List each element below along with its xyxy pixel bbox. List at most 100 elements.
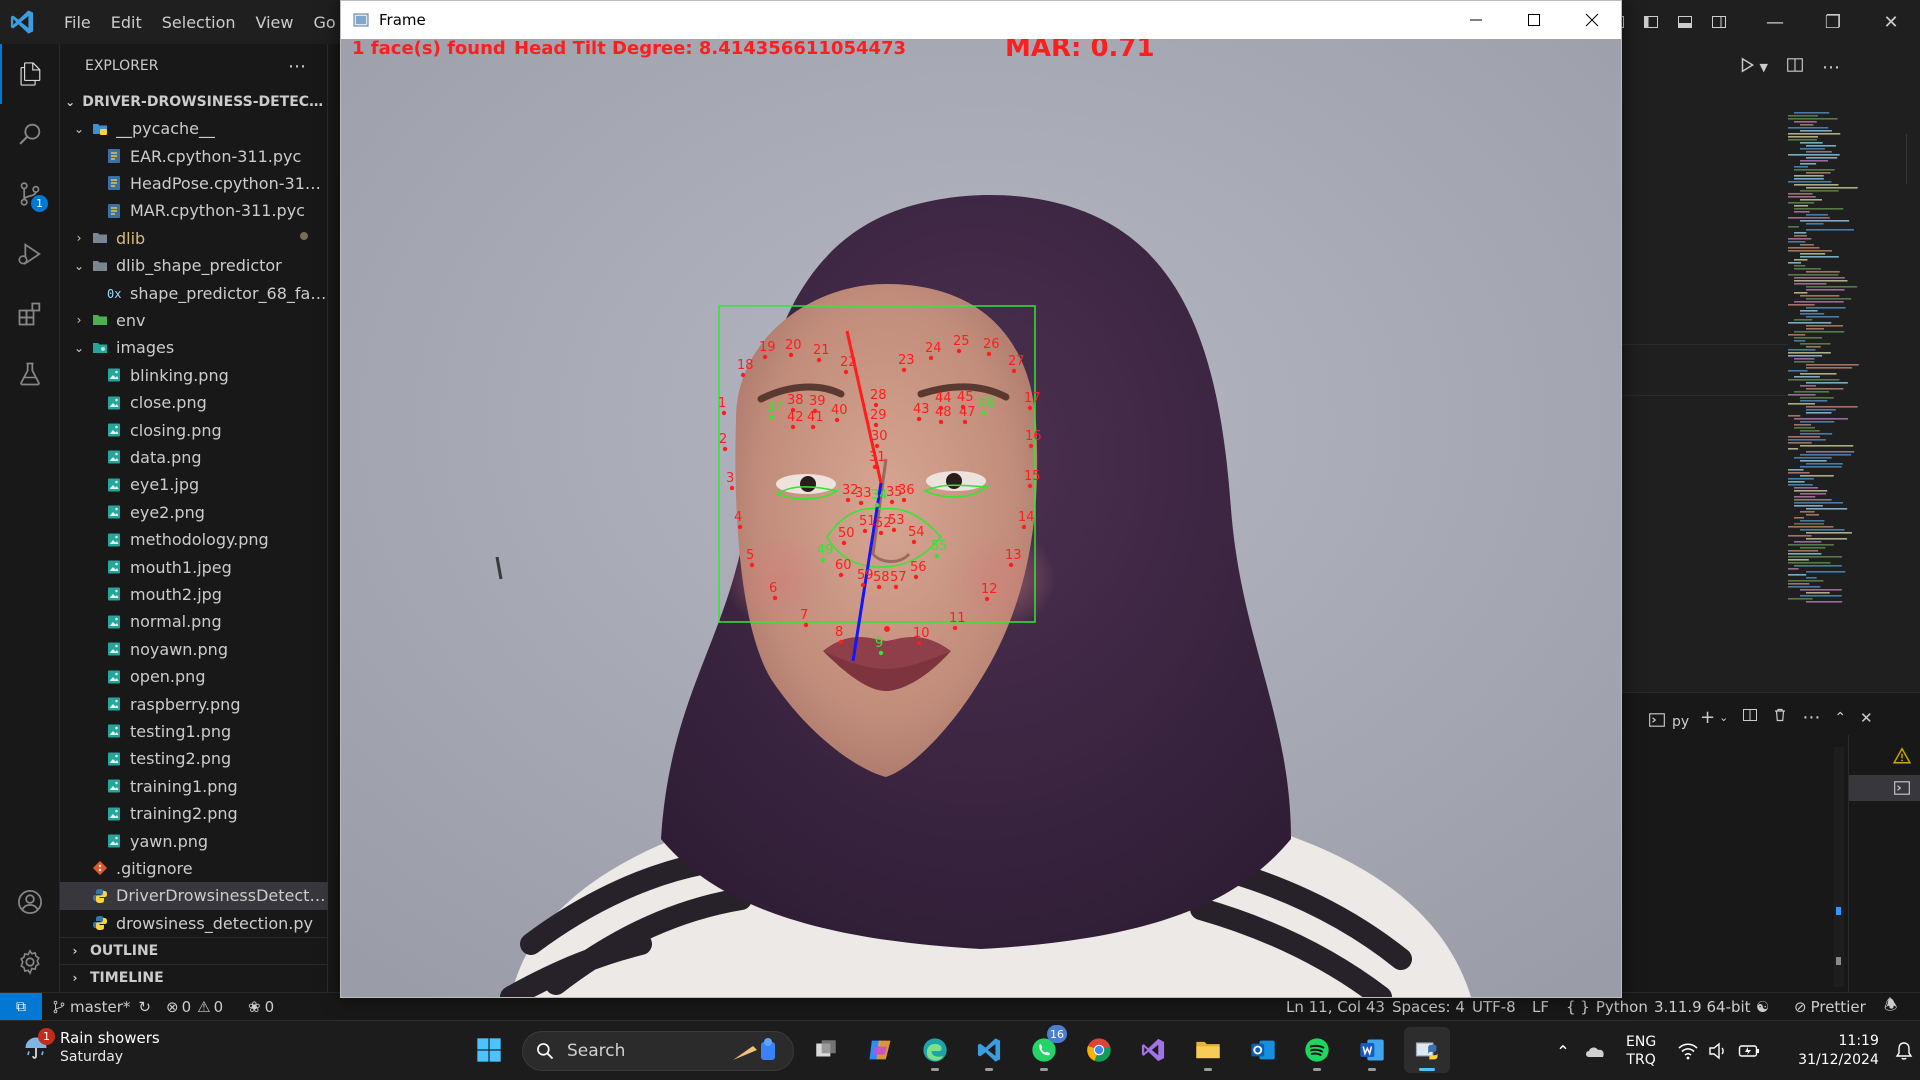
tree-file[interactable]: noyawn.png <box>60 636 328 663</box>
task-view-icon[interactable] <box>803 1027 849 1073</box>
menu-item-selection[interactable]: Selection <box>152 13 246 32</box>
spotify-icon[interactable] <box>1294 1027 1340 1073</box>
python-app-active-icon[interactable] <box>1404 1027 1450 1073</box>
remote-indicator-icon[interactable]: ⧉ <box>0 993 42 1021</box>
tree-folder[interactable]: › dlib <box>60 225 328 252</box>
tree-file[interactable]: data.png <box>60 444 328 471</box>
split-editor-icon[interactable] <box>1786 56 1804 78</box>
panel-more-icon[interactable]: ⋯ <box>1802 707 1820 728</box>
frame-maximize-icon[interactable] <box>1505 1 1563 39</box>
outlook-icon[interactable] <box>1240 1027 1286 1073</box>
prettier-status[interactable]: ⊘ Prettier <box>1794 993 1866 1021</box>
editor-more-icon[interactable]: ⋯ <box>1822 57 1840 78</box>
run-dropdown-chevron-icon[interactable]: ▼ <box>1760 61 1768 74</box>
menu-item-file[interactable]: File <box>54 13 101 32</box>
weather-widget[interactable]: 1 Rain showers Saturday <box>22 1028 160 1067</box>
tree-file[interactable]: training2.png <box>60 800 328 827</box>
new-terminal-plus-icon[interactable]: + <box>1700 707 1715 728</box>
word-icon[interactable] <box>1349 1027 1395 1073</box>
accounts-icon[interactable] <box>0 872 60 932</box>
frame-window[interactable]: Frame 1 2 3 4 5 6 7 8 9 10 11 12 13 14 1… <box>340 0 1622 998</box>
input-language-indicator[interactable]: ENG TRQ <box>1626 1033 1656 1069</box>
tree-folder[interactable]: ⌄ images <box>60 334 328 361</box>
run-python-file-icon[interactable] <box>1738 56 1756 78</box>
tree-file[interactable]: mouth1.jpeg <box>60 553 328 580</box>
start-windows-icon[interactable] <box>466 1027 512 1073</box>
tree-file[interactable]: raspberry.png <box>60 690 328 717</box>
copilot-app-icon[interactable] <box>857 1027 903 1073</box>
edge-browser-icon[interactable] <box>912 1027 958 1073</box>
visual-studio-icon[interactable] <box>1130 1027 1176 1073</box>
outline-section[interactable]: › OUTLINE <box>60 937 328 964</box>
explorer-icon[interactable] <box>0 44 60 104</box>
manage-gear-icon[interactable] <box>0 932 60 992</box>
tree-file[interactable]: eye2.png <box>60 499 328 526</box>
vscode-taskbar-icon[interactable] <box>966 1027 1012 1073</box>
python-interpreter[interactable]: 3.11.9 64-bit <box>1654 993 1751 1021</box>
search-icon[interactable] <box>0 104 60 164</box>
tree-file[interactable]: testing2.png <box>60 745 328 772</box>
toggle-panel-icon[interactable] <box>1668 0 1702 44</box>
notification-bell-icon[interactable] <box>1895 1041 1913 1061</box>
minimap[interactable] <box>1788 112 1906 612</box>
minimize-icon[interactable]: — <box>1746 0 1804 44</box>
tree-file[interactable]: close.png <box>60 389 328 416</box>
tree-file[interactable]: closing.png <box>60 416 328 443</box>
tree-file[interactable]: .gitignore <box>60 855 328 882</box>
tree-file[interactable]: MAR.cpython-311.pyc <box>60 197 328 224</box>
tree-file[interactable]: HeadPose.cpython-311.... <box>60 170 328 197</box>
warning-icon[interactable] <box>1892 747 1912 769</box>
tree-file[interactable]: EAR.cpython-311.pyc <box>60 142 328 169</box>
chrome-icon[interactable] <box>1076 1027 1122 1073</box>
ports-indicator[interactable]: ❀ 0 <box>248 993 274 1021</box>
tree-file[interactable]: testing1.png <box>60 718 328 745</box>
maximize-panel-chevron-up-icon[interactable]: ⌃ <box>1834 710 1846 726</box>
frame-titlebar[interactable]: Frame <box>341 1 1621 39</box>
timeline-section[interactable]: › TIMELINE <box>60 964 328 991</box>
clock[interactable]: 11:19 31/12/2024 <box>1798 1032 1879 1070</box>
terminal-dropdown-icon[interactable]: ⌄ <box>1719 711 1728 724</box>
notifications-bell-icon[interactable]: 🕭 <box>1884 993 1897 1021</box>
menu-item-view[interactable]: View <box>246 13 304 32</box>
close-icon[interactable]: ✕ <box>1862 0 1920 44</box>
tree-file[interactable]: methodology.png <box>60 526 328 553</box>
show-hidden-icons-chevron-up-icon[interactable]: ⌃ <box>1548 1042 1578 1061</box>
copilot-icon[interactable]: ☯ <box>1756 993 1769 1021</box>
editor-scrollbar[interactable] <box>1906 134 1920 184</box>
more-actions-icon[interactable]: ⋯ <box>288 56 307 77</box>
volume-speaker-icon[interactable] <box>1708 1042 1728 1060</box>
tree-folder[interactable]: ⌄ dlib_shape_predictor <box>60 252 328 279</box>
whatsapp-icon[interactable]: 16 <box>1021 1025 1067 1073</box>
tree-file[interactable]: drowsiness_detection.py <box>60 910 328 937</box>
file-explorer-icon[interactable] <box>1185 1027 1231 1073</box>
tree-file[interactable]: mouth2.jpg <box>60 581 328 608</box>
onedrive-cloud-icon[interactable] <box>1578 1042 1612 1060</box>
wifi-icon[interactable] <box>1678 1042 1698 1060</box>
taskbar-search-input[interactable]: Search <box>522 1031 794 1071</box>
tree-file[interactable]: eye1.jpg <box>60 471 328 498</box>
extensions-icon[interactable] <box>0 284 60 344</box>
toggle-primary-sidebar-icon[interactable] <box>1634 0 1668 44</box>
tree-file[interactable]: open.png <box>60 663 328 690</box>
problems-indicator[interactable]: ⊗ 0 ⚠ 0 <box>166 993 223 1021</box>
run-debug-icon[interactable] <box>0 224 60 284</box>
workspace-root[interactable]: ⌄ DRIVER-DROWSINESS-DETECTION... <box>60 88 328 115</box>
battery-charging-icon[interactable] <box>1738 1042 1760 1060</box>
tree-folder[interactable]: › env <box>60 307 328 334</box>
close-panel-icon[interactable]: ✕ <box>1860 709 1873 727</box>
kill-terminal-trash-icon[interactable] <box>1772 707 1788 728</box>
toggle-secondary-sidebar-icon[interactable] <box>1702 0 1736 44</box>
git-branch[interactable]: master* ↻ <box>52 993 151 1021</box>
tree-file[interactable]: blinking.png <box>60 362 328 389</box>
tree-file[interactable]: yawn.png <box>60 827 328 854</box>
testing-flask-icon[interactable] <box>0 344 60 404</box>
terminal-instance[interactable] <box>1849 775 1920 801</box>
terminal-scrollbar[interactable] <box>1834 747 1844 987</box>
tree-folder[interactable]: ⌄ __pycache__ <box>60 115 328 142</box>
terminal-tab[interactable]: py <box>1648 711 1689 733</box>
restore-icon[interactable]: ❐ <box>1804 0 1862 44</box>
source-control-icon[interactable]: 1 <box>0 164 60 224</box>
frame-minimize-icon[interactable] <box>1447 1 1505 39</box>
sync-icon[interactable]: ↻ <box>138 998 151 1016</box>
tree-file[interactable]: 0x shape_predictor_68_fac... <box>60 279 328 306</box>
